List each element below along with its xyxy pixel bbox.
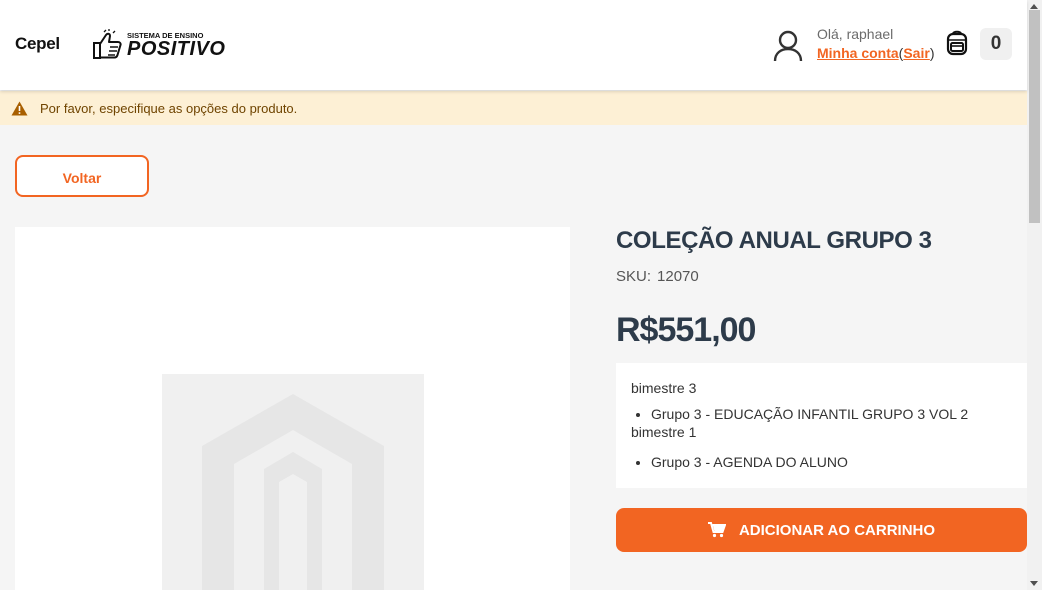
- scroll-up-arrow-icon[interactable]: [1030, 4, 1038, 9]
- site-header: Cepel SISTEMA DE ENSINO POSITIVO Olá, ra…: [0, 0, 1027, 90]
- paren-close: ): [929, 45, 935, 61]
- description-bullet: Grupo 3 - EDUCAÇÃO INFANTIL GRUPO 3 VOL …: [651, 405, 1012, 423]
- sku-value: 12070: [657, 268, 699, 285]
- warning-icon: [11, 101, 28, 115]
- backpack-icon[interactable]: [945, 30, 969, 56]
- scroll-thumb[interactable]: [1029, 10, 1040, 223]
- product-gallery[interactable]: [15, 227, 570, 590]
- logo-big-text: POSITIVO: [127, 37, 226, 60]
- product-description: bimestre 3 Grupo 3 - EDUCAÇÃO INFANTIL G…: [616, 363, 1027, 488]
- scrollbar[interactable]: [1027, 0, 1042, 590]
- notice-text: Por favor, especifique as opções do prod…: [40, 100, 298, 116]
- logout-link[interactable]: Sair: [903, 45, 929, 61]
- description-text: bimestre 3: [631, 380, 697, 396]
- add-to-cart-label: ADICIONAR AO CARRINHO: [738, 521, 936, 539]
- scroll-down-arrow-icon[interactable]: [1030, 581, 1038, 586]
- description-bullet: Grupo 3 - AGENDA DO ALUNO: [651, 453, 1012, 471]
- product-info: COLEÇÃO ANUAL GRUPO 3 SKU: 12070 R$551,00…: [616, 227, 1027, 552]
- back-button[interactable]: Voltar: [15, 155, 149, 197]
- greeting-text: Olá, raphael: [817, 26, 894, 42]
- product-image-placeholder: [162, 374, 424, 590]
- description-text: bimestre 1: [631, 424, 697, 440]
- product-price: R$551,00: [616, 311, 756, 349]
- product-title: COLEÇÃO ANUAL GRUPO 3: [616, 227, 932, 254]
- cart-icon: [707, 522, 726, 538]
- store-name[interactable]: Cepel: [15, 34, 60, 54]
- sku-label: SKU:: [616, 268, 652, 285]
- positivo-logo[interactable]: SISTEMA DE ENSINO POSITIVO: [90, 28, 225, 62]
- placeholder-logo-icon: [202, 394, 384, 590]
- add-to-cart-button[interactable]: ADICIONAR AO CARRINHO: [616, 508, 1027, 552]
- user-icon[interactable]: [773, 29, 803, 63]
- thumbs-up-icon: [93, 29, 122, 59]
- my-account-link[interactable]: Minha conta: [817, 45, 899, 61]
- account-area: Olá, raphael Minha conta(Sair): [773, 26, 934, 63]
- product-sku: SKU: 12070: [616, 268, 1027, 285]
- cart-count-badge[interactable]: 0: [980, 28, 1012, 60]
- notice-bar: Por favor, especifique as opções do prod…: [0, 91, 1027, 125]
